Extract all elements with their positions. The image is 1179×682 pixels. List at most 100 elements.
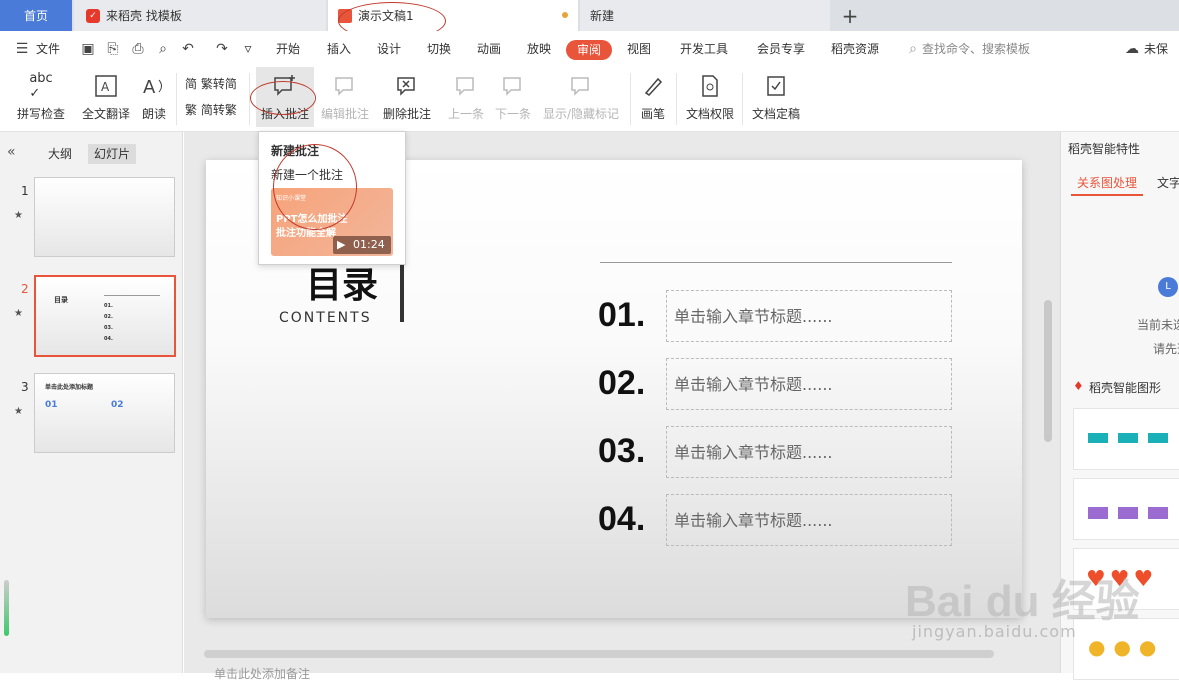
star-icon: ★ <box>14 308 23 319</box>
delete-comment-button[interactable]: 删除批注 <box>378 67 436 127</box>
graphic-preview <box>1088 507 1168 519</box>
vertical-scrollbar[interactable] <box>1044 300 1052 442</box>
delete-comment-label: 删除批注 <box>382 107 431 121</box>
tab-home[interactable]: 首页 <box>0 0 72 31</box>
toc-placeholder[interactable]: 单击输入章节标题...... <box>666 290 952 342</box>
tab-outline[interactable]: 大纲 <box>42 144 78 164</box>
slide-thumbnail-1[interactable] <box>34 177 175 257</box>
finalize-document-icon <box>761 71 791 101</box>
more-icon[interactable]: ▿ <box>240 41 256 57</box>
export-icon[interactable]: ⎘ <box>105 41 121 57</box>
slide-thumbnail-2[interactable]: 目录 01. 02. 03. 04. <box>34 275 176 357</box>
finalize-document-label: 文档定稿 <box>751 107 800 121</box>
menu-daoke-resources[interactable]: 稻壳资源 <box>831 31 879 67</box>
star-icon: ★ <box>14 210 23 221</box>
show-hide-markup-label: 显示/隐藏标记 <box>542 107 620 121</box>
prev-comment-button[interactable]: 上一条 <box>446 67 486 127</box>
search-commands[interactable]: 查找命令、搜索模板 <box>922 31 1030 67</box>
collapse-icon[interactable]: « <box>7 144 16 160</box>
slide-subtitle[interactable]: CONTENTS <box>279 310 372 326</box>
menu-start[interactable]: 开始 <box>276 31 300 67</box>
translate-button[interactable]: A 全文翻译 <box>80 67 132 127</box>
menu-transition[interactable]: 切换 <box>427 31 451 67</box>
toc-placeholder[interactable]: 单击输入章节标题...... <box>666 358 952 410</box>
smart-graphic-card[interactable] <box>1073 408 1179 470</box>
tab-daoke-label: 来稻壳 找模板 <box>106 9 182 23</box>
tab-slides[interactable]: 幻灯片 <box>88 144 137 164</box>
thumb-line <box>104 295 160 296</box>
print-icon[interactable]: ⎙ <box>130 41 146 57</box>
unsaved-dot-icon <box>562 12 568 18</box>
document-permission-label: 文档权限 <box>685 107 734 121</box>
menu-insert[interactable]: 插入 <box>327 31 351 67</box>
status-message: 请先选 <box>1153 342 1179 356</box>
edit-comment-icon <box>330 71 360 101</box>
spell-check-label: 拼写检查 <box>16 107 65 121</box>
annotation-circle <box>273 144 357 230</box>
user-avatar-icon: L <box>1158 277 1178 297</box>
toc-number: 02. <box>598 364 646 402</box>
toc-placeholder[interactable]: 单击输入章节标题...... <box>666 494 952 546</box>
hamburger-icon[interactable]: ☰ <box>14 41 30 57</box>
menu-slideshow[interactable]: 放映 <box>527 31 551 67</box>
svg-text:A: A <box>101 80 110 94</box>
finalize-document-button[interactable]: 文档定稿 <box>746 67 806 127</box>
slide-thumbnail-3[interactable]: 单击此处添加标题 01 02 <box>34 373 175 453</box>
toc-number: 01. <box>598 296 646 334</box>
smart-graphic-card[interactable] <box>1073 478 1179 540</box>
active-tab-underline <box>1071 194 1143 196</box>
toc-number: 03. <box>598 432 646 470</box>
spell-check-button[interactable]: abc ✓ 拼写检查 <box>10 67 72 127</box>
translate-icon: A <box>91 71 121 101</box>
spell-check-icon: abc ✓ <box>29 71 53 101</box>
toc-placeholder[interactable]: 单击输入章节标题...... <box>666 426 952 478</box>
trad-to-simp-label: 繁转简 <box>200 77 237 91</box>
translate-label: 全文翻译 <box>81 107 130 121</box>
read-aloud-button[interactable]: A 朗读 <box>139 67 169 127</box>
menu-review[interactable]: 审阅 <box>566 40 612 60</box>
smart-features-header[interactable]: 稻壳智能特性 <box>1068 140 1140 157</box>
tab-daoke[interactable]: ✓ 来稻壳 找模板 <box>74 0 326 31</box>
document-permission-icon <box>695 71 725 101</box>
notes-placeholder[interactable]: 单击此处添加备注 <box>214 665 310 682</box>
menu-design[interactable]: 设计 <box>377 31 401 67</box>
next-comment-button[interactable]: 下一条 <box>493 67 533 127</box>
star-icon: ★ <box>14 406 23 417</box>
pen-icon <box>638 71 668 101</box>
unsaved-status[interactable]: 未保存 <box>1144 31 1179 92</box>
menu-file[interactable]: 文件 <box>36 31 60 67</box>
simp-to-trad-button[interactable]: 繁 简转繁 <box>185 101 237 118</box>
preview-icon[interactable]: ⌕ <box>155 41 171 57</box>
thumb-number: 02 <box>111 400 124 410</box>
ribbon-divider <box>742 73 743 125</box>
ribbon-divider <box>176 73 177 125</box>
menu-developer[interactable]: 开发工具 <box>680 31 728 67</box>
slide-number: 1 <box>21 184 29 198</box>
save-icon[interactable]: ▣ <box>80 41 96 57</box>
horizontal-scrollbar[interactable] <box>204 650 994 658</box>
search-icon: ⌕ <box>909 41 917 57</box>
tab-relation-diagram[interactable]: 关系图处理 <box>1077 174 1137 191</box>
video-duration: ▶ 01:24 <box>333 236 391 254</box>
trad-to-simp-button[interactable]: 简 繁转简 <box>185 75 237 92</box>
edit-comment-button[interactable]: 编辑批注 <box>319 67 371 127</box>
undo-icon[interactable]: ↶ <box>180 41 196 57</box>
next-comment-icon <box>498 71 528 101</box>
document-permission-button[interactable]: 文档权限 <box>684 67 736 127</box>
add-tab-button[interactable]: + <box>838 0 862 31</box>
menu-animation[interactable]: 动画 <box>477 31 501 67</box>
show-hide-markup-button[interactable]: 显示/隐藏标记 <box>540 67 622 127</box>
delete-comment-icon <box>392 71 422 101</box>
slide-number: 3 <box>21 380 29 394</box>
redo-icon[interactable]: ↷ <box>214 41 230 57</box>
volume-indicator <box>4 580 9 636</box>
show-hide-markup-icon <box>566 71 596 101</box>
tab-bar: 首页 ✓ 来稻壳 找模板 演示文稿1 新建 + <box>0 0 1179 40</box>
tab-new-label: 新建 <box>590 9 615 23</box>
menu-view[interactable]: 视图 <box>627 31 651 67</box>
tab-new[interactable]: 新建 <box>580 0 830 31</box>
pen-button[interactable]: 画笔 <box>638 67 668 127</box>
cloud-icon: ☁ <box>1125 41 1139 57</box>
tab-text[interactable]: 文字 <box>1157 174 1179 191</box>
menu-member[interactable]: 会员专享 <box>757 31 805 67</box>
